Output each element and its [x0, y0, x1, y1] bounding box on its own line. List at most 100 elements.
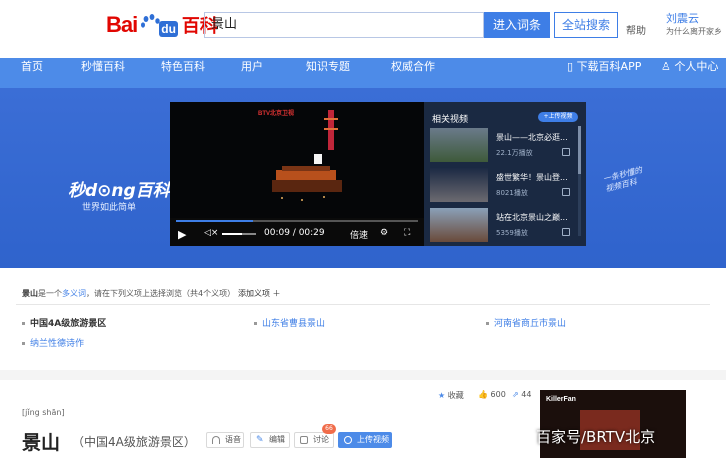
meaning-label: 山东省曹县景山: [262, 319, 326, 329]
divider: [16, 304, 710, 305]
polysemy-link[interactable]: 多义词: [62, 289, 86, 298]
entry-title: 景山: [22, 432, 61, 454]
polysemy-term: 景山: [22, 289, 38, 298]
volume-slider[interactable]: [222, 233, 256, 235]
enter-entry-button[interactable]: 进入词条: [484, 12, 550, 38]
play-icon[interactable]: ▶: [178, 228, 186, 241]
related-scrollbar[interactable]: [578, 126, 581, 236]
thumbnail-label: KillerFan: [546, 396, 576, 403]
entry-pinyin: [jǐng shān]: [22, 408, 65, 417]
personal-center-link[interactable]: ♙ 个人中心: [661, 58, 718, 88]
collect-button[interactable]: ★ 收藏: [438, 390, 464, 401]
like-button[interactable]: 👍 600: [478, 390, 506, 399]
scroll-thumb[interactable]: [578, 126, 581, 174]
collect-label: 收藏: [447, 391, 464, 400]
related-video-count: 22.1万播放: [496, 149, 533, 157]
progress-fill: [176, 220, 254, 222]
nav-item-partners[interactable]: 权威合作: [391, 58, 435, 88]
related-title: 相关视频: [432, 115, 469, 125]
bullet: [22, 322, 25, 325]
meaning-item-current[interactable]: 中国4A级旅游景区: [22, 316, 106, 329]
voice-button[interactable]: 语音: [206, 432, 244, 448]
bullet: [254, 322, 257, 325]
nav-item-home[interactable]: 首页: [21, 58, 43, 88]
progress-bar[interactable]: [176, 220, 418, 222]
related-video-title: 盛世繁华！景山登...: [496, 173, 568, 182]
user-subtitle: 为什么离开家乡: [666, 27, 722, 36]
volume-fill: [222, 233, 243, 235]
share-icon: ⇗: [512, 390, 519, 399]
section-separator: [0, 370, 726, 380]
share-icon[interactable]: [562, 188, 570, 196]
user-icon: ♙: [661, 60, 671, 73]
pencil-icon: ✎: [256, 435, 264, 445]
related-video-title: 景山——北京必逛...: [496, 133, 568, 142]
share-button[interactable]: ⇗ 44: [512, 390, 531, 399]
main-nav: 首页 秒懂百科 特色百科 用户 知识专题 权威合作 ▯ 下载百科APP ♙ 个人…: [0, 58, 726, 88]
headphones-icon: [212, 436, 220, 444]
speed-button[interactable]: 倍速: [350, 228, 368, 241]
discuss-button[interactable]: 讨论: [294, 432, 334, 448]
thumbs-up-icon: 👍: [478, 390, 488, 399]
share-icon[interactable]: [562, 148, 570, 156]
share-count: 44: [521, 390, 532, 399]
meaning-item[interactable]: 河南省商丘市景山: [486, 316, 566, 329]
related-video-item[interactable]: 景山——北京必逛... 22.1万播放: [430, 128, 580, 164]
meaning-label: 河南省商丘市景山: [494, 319, 567, 329]
baidu-baike-logo[interactable]: Bai du 百科: [106, 10, 218, 40]
phone-icon: ▯: [567, 60, 574, 73]
voice-label: 语音: [225, 435, 241, 444]
related-videos-panel: 相关视频 +上传视频 景山——北京必逛... 22.1万播放 盛世繁华！景山登.…: [424, 102, 586, 246]
video-player[interactable]: BTV北京卫视 ▶ ◁× 00:09 / 00:29 倍速 ⚙ ⛶: [170, 102, 424, 246]
miaodong-logo: 秒d⊙ng百科: [68, 181, 170, 201]
plus-circle-icon: [344, 436, 352, 444]
related-video-item[interactable]: 盛世繁华！景山登... 8021播放: [430, 168, 580, 204]
upload-video-button[interactable]: 上传视频: [338, 432, 392, 448]
edit-label: 编辑: [269, 435, 285, 444]
download-app-label: 下载百科APP: [576, 60, 642, 73]
time-display: 00:09 / 00:29: [264, 228, 325, 238]
paw-icon: [139, 13, 163, 37]
nav-item-users[interactable]: 用户: [241, 58, 263, 88]
star-icon: ★: [438, 391, 446, 400]
upload-label: 上传视频: [357, 435, 389, 444]
like-count: 600: [490, 390, 506, 399]
discuss-count-badge: 66: [322, 424, 336, 434]
personal-center-label: 个人中心: [674, 60, 719, 73]
search-input[interactable]: 景山: [204, 12, 484, 38]
user-name-link[interactable]: 刘震云: [666, 10, 699, 26]
related-video-title: 站在北京景山之巅...: [496, 213, 568, 222]
discuss-label: 讨论: [313, 435, 329, 444]
help-link[interactable]: 帮助: [626, 22, 646, 37]
meaning-label: 纳兰性德诗作: [30, 339, 85, 349]
polysemy-notice: 景山是一个多义词，请在下列义项上选择浏览（共4个义项）: [22, 288, 235, 299]
nav-item-topics[interactable]: 知识专题: [306, 58, 350, 88]
nav-item-miaodong[interactable]: 秒懂百科: [81, 58, 125, 88]
share-icon[interactable]: [562, 228, 570, 236]
search-all-button[interactable]: 全站搜索: [554, 12, 618, 38]
bullet: [22, 342, 25, 345]
miaodong-slogan: 世界如此简单: [82, 203, 137, 213]
edit-button[interactable]: ✎ 编辑: [250, 432, 290, 448]
video-frame: [272, 110, 342, 201]
video-thumbnail: [430, 168, 488, 202]
related-video-count: 8021播放: [496, 189, 528, 197]
settings-icon[interactable]: ⚙: [380, 228, 388, 238]
meaning-item[interactable]: 山东省曹县景山: [254, 316, 325, 329]
polysemy-text-b: ，请在下列义项上选择浏览（共4个义项）: [86, 289, 236, 298]
fullscreen-icon[interactable]: ⛶: [404, 228, 410, 238]
related-video-count: 5359播放: [496, 229, 528, 237]
nav-item-featured[interactable]: 特色百科: [161, 58, 205, 88]
add-meaning-link[interactable]: 添加义项 ＋: [238, 288, 281, 299]
video-thumbnail: [430, 208, 488, 242]
upload-video-pill[interactable]: +上传视频: [538, 112, 578, 122]
polysemy-text-a: 是一个: [38, 289, 62, 298]
entry-thumbnail[interactable]: KillerFan: [540, 390, 686, 458]
meaning-label: 中国4A级旅游景区: [30, 319, 107, 329]
logo-bai-text: Bai: [106, 12, 138, 37]
mute-icon[interactable]: ◁×: [204, 228, 218, 238]
download-app-link[interactable]: ▯ 下载百科APP: [567, 58, 641, 88]
meaning-item[interactable]: 纳兰性德诗作: [22, 336, 84, 349]
related-video-item[interactable]: 站在北京景山之巅... 5359播放: [430, 208, 580, 244]
video-thumbnail: [430, 128, 488, 162]
